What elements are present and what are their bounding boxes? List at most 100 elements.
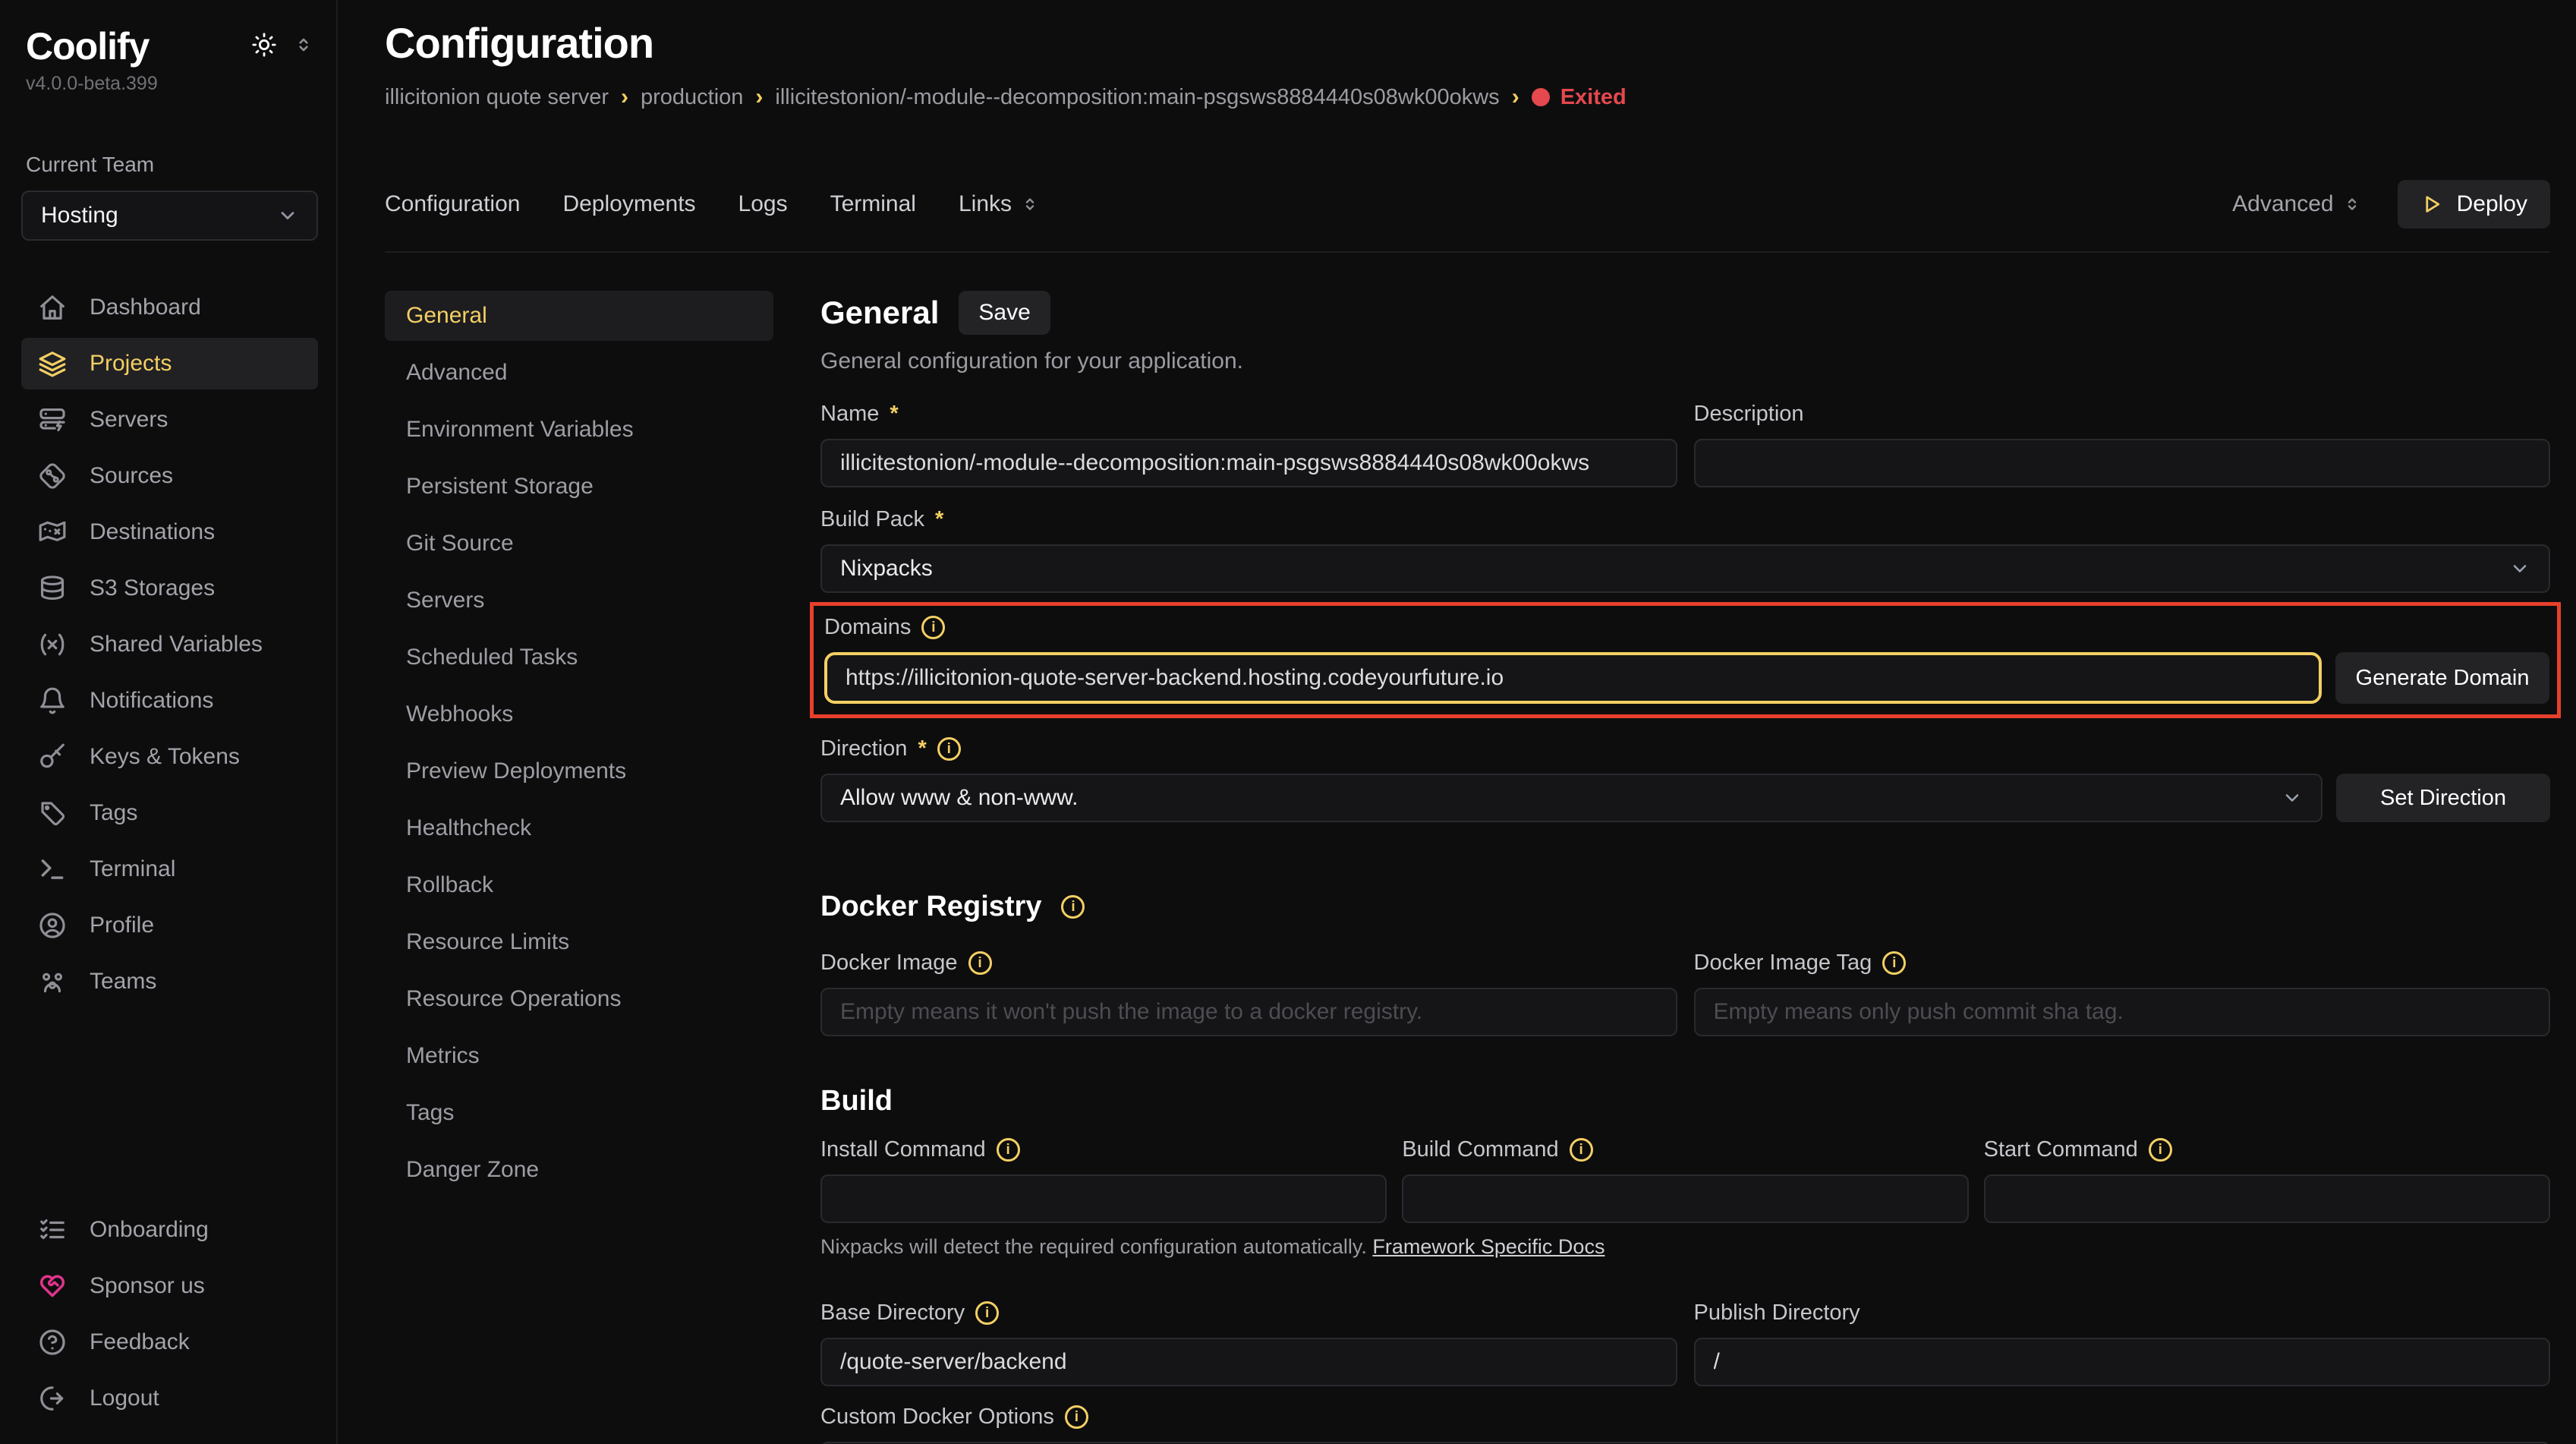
sidebar-item-label: Shared Variables (90, 632, 263, 657)
generate-domain-button[interactable]: Generate Domain (2335, 652, 2549, 704)
theme-sun-icon[interactable] (251, 32, 277, 58)
team-select[interactable]: Hosting (21, 191, 318, 241)
name-input[interactable] (820, 439, 1677, 487)
set-direction-button[interactable]: Set Direction (2336, 774, 2550, 822)
users-icon (38, 967, 67, 996)
sidebar-item-label: Sponsor us (90, 1273, 205, 1299)
publish-directory-input[interactable] (1694, 1338, 2551, 1386)
chevrons-up-down-icon (2343, 195, 2361, 213)
layers-icon (38, 349, 67, 378)
description-input[interactable] (1694, 439, 2551, 487)
base-directory-input[interactable] (820, 1338, 1677, 1386)
tabbar: Configuration Deployments Logs Terminal … (385, 180, 2550, 253)
subnav-webhooks[interactable]: Webhooks (385, 689, 773, 739)
save-button[interactable]: Save (959, 291, 1050, 335)
breadcrumb-resource[interactable]: illicitestonion/-module--decomposition:m… (775, 85, 1499, 110)
app-version: v4.0.0-beta.399 (26, 73, 318, 95)
advanced-dropdown[interactable]: Advanced (2232, 191, 2360, 217)
subnav-general[interactable]: General (385, 291, 773, 341)
info-icon[interactable]: i (1061, 895, 1085, 919)
chevrons-up-down-icon (1021, 195, 1039, 213)
tab-terminal[interactable]: Terminal (830, 191, 916, 217)
info-icon[interactable]: i (937, 737, 961, 761)
build-command-input[interactable] (1402, 1174, 1968, 1223)
info-icon[interactable]: i (1882, 951, 1906, 975)
sidebar: Coolify v4.0.0-beta.399 Current Team Hos… (0, 0, 338, 1444)
subnav-persistent-storage[interactable]: Persistent Storage (385, 462, 773, 512)
sidebar-item-feedback[interactable]: Feedback (21, 1316, 318, 1368)
sidebar-item-s3-storages[interactable]: S3 Storages (21, 563, 318, 614)
domains-input[interactable] (824, 652, 2322, 704)
docker-image-tag-label: Docker Image Tag i (1694, 951, 2551, 976)
database-icon (38, 574, 67, 603)
sidebar-item-keys-tokens[interactable]: Keys & Tokens (21, 731, 318, 783)
info-icon[interactable]: i (2149, 1138, 2172, 1162)
sidebar-item-terminal[interactable]: Terminal (21, 843, 318, 895)
sidebar-item-shared-variables[interactable]: Shared Variables (21, 619, 318, 670)
breadcrumb: illicitonion quote server › production ›… (385, 84, 2550, 110)
info-icon[interactable]: i (997, 1138, 1020, 1162)
sidebar-item-teams[interactable]: Teams (21, 956, 318, 1007)
install-command-label: Install Command i (820, 1137, 1387, 1162)
info-icon[interactable]: i (975, 1301, 999, 1325)
subnav-tags[interactable]: Tags (385, 1088, 773, 1138)
direction-select[interactable]: Allow www & non-www. (820, 774, 2322, 822)
docker-image-tag-input[interactable] (1694, 988, 2551, 1036)
subnav-environment-variables[interactable]: Environment Variables (385, 405, 773, 455)
play-icon (2420, 193, 2443, 216)
tab-logs[interactable]: Logs (738, 191, 788, 217)
sidebar-item-destinations[interactable]: Destinations (21, 506, 318, 558)
breadcrumb-project[interactable]: illicitonion quote server (385, 85, 609, 110)
sidebar-item-projects[interactable]: Projects (21, 338, 318, 389)
info-icon[interactable]: i (921, 616, 945, 639)
nixpacks-note: Nixpacks will detect the required config… (820, 1235, 2550, 1259)
tab-links[interactable]: Links (959, 191, 1039, 217)
chevron-down-icon (2282, 787, 2303, 809)
build-pack-label: Build Pack* (820, 507, 2550, 532)
sidebar-item-label: Feedback (90, 1329, 190, 1355)
main-area: Configuration illicitonion quote server … (338, 0, 2576, 1444)
info-icon[interactable]: i (1570, 1138, 1593, 1162)
start-command-input[interactable] (1984, 1174, 2550, 1223)
deploy-button[interactable]: Deploy (2398, 180, 2550, 229)
subnav-danger-zone[interactable]: Danger Zone (385, 1145, 773, 1195)
install-command-input[interactable] (820, 1174, 1387, 1223)
sidebar-item-label: Keys & Tokens (90, 744, 240, 770)
theme-selector-chevrons-icon[interactable] (294, 35, 313, 55)
breadcrumb-separator: › (755, 84, 763, 110)
subnav-servers[interactable]: Servers (385, 575, 773, 626)
subnav-git-source[interactable]: Git Source (385, 519, 773, 569)
sidebar-item-onboarding[interactable]: Onboarding (21, 1204, 318, 1256)
breadcrumb-environment[interactable]: production (641, 85, 743, 110)
build-pack-select[interactable]: Nixpacks (820, 544, 2550, 593)
tab-configuration[interactable]: Configuration (385, 191, 520, 217)
map-icon (38, 518, 67, 547)
subnav-metrics[interactable]: Metrics (385, 1031, 773, 1081)
subnav-resource-operations[interactable]: Resource Operations (385, 974, 773, 1024)
status-badge: Exited (1532, 85, 1627, 110)
subnav-advanced[interactable]: Advanced (385, 348, 773, 398)
docker-image-input[interactable] (820, 988, 1677, 1036)
subnav-scheduled-tasks[interactable]: Scheduled Tasks (385, 632, 773, 683)
subnav-healthcheck[interactable]: Healthcheck (385, 803, 773, 853)
sidebar-item-dashboard[interactable]: Dashboard (21, 282, 318, 333)
subnav-preview-deployments[interactable]: Preview Deployments (385, 746, 773, 796)
description-label: Description (1694, 402, 2551, 427)
subnav-resource-limits[interactable]: Resource Limits (385, 917, 773, 967)
sidebar-item-logout[interactable]: Logout (21, 1373, 318, 1424)
info-icon[interactable]: i (1065, 1405, 1088, 1429)
sidebar-item-notifications[interactable]: Notifications (21, 675, 318, 727)
sidebar-item-sponsor-us[interactable]: Sponsor us (21, 1260, 318, 1312)
subnav-rollback[interactable]: Rollback (385, 860, 773, 910)
general-form: General Save General configuration for y… (820, 291, 2550, 1444)
general-subtitle: General configuration for your applicati… (820, 348, 2550, 374)
sidebar-item-sources[interactable]: Sources (21, 450, 318, 502)
framework-docs-link[interactable]: Framework Specific Docs (1372, 1235, 1604, 1258)
checklist-icon (38, 1215, 67, 1244)
tab-deployments[interactable]: Deployments (562, 191, 695, 217)
sidebar-item-tags[interactable]: Tags (21, 787, 318, 839)
info-icon[interactable]: i (968, 951, 992, 975)
sidebar-item-profile[interactable]: Profile (21, 900, 318, 951)
start-command-label: Start Command i (1984, 1137, 2550, 1162)
sidebar-item-servers[interactable]: Servers (21, 394, 318, 446)
